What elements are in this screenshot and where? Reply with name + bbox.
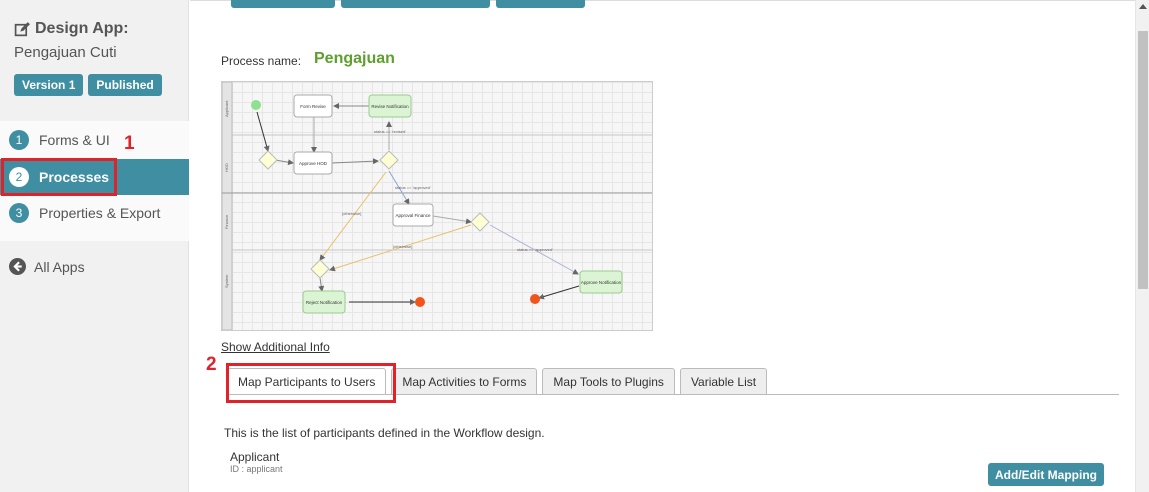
sidebar-item-label: Forms & UI bbox=[39, 132, 110, 148]
process-diagram[interactable]: Applicant HOD Finance System status == '… bbox=[221, 81, 653, 331]
annotation-box-tab bbox=[226, 363, 396, 403]
edge-label: status == 'revised' bbox=[374, 129, 406, 134]
lane-label: Finance bbox=[224, 214, 229, 229]
step-number-1: 1 bbox=[9, 130, 29, 150]
annotation-number-1: 1 bbox=[124, 133, 135, 154]
all-apps-link[interactable]: All Apps bbox=[9, 258, 85, 275]
arrow-left-circle-icon bbox=[9, 258, 26, 275]
step-number-3: 3 bbox=[9, 203, 29, 223]
end-event bbox=[415, 297, 425, 307]
gateway bbox=[379, 150, 399, 170]
process-name-label: Process name: bbox=[221, 54, 302, 68]
version-badge[interactable]: Version 1 bbox=[14, 74, 84, 96]
gateway bbox=[310, 259, 330, 279]
lane-label: Applicant bbox=[224, 100, 229, 117]
activity-label: Approve Notification bbox=[581, 280, 622, 285]
participant-id: ID : applicant bbox=[230, 464, 283, 474]
edit-icon bbox=[14, 21, 30, 36]
scroll-up-arrow-icon[interactable] bbox=[1139, 4, 1147, 9]
lane-label: System bbox=[224, 274, 229, 288]
app-name: Pengajuan Cuti bbox=[14, 44, 117, 61]
vertical-scrollbar[interactable] bbox=[1135, 0, 1149, 492]
workflow-diagram: Applicant HOD Finance System status == '… bbox=[222, 82, 652, 330]
annotation-box-processes bbox=[1, 158, 117, 196]
activity-label: Approve HOD bbox=[299, 161, 328, 166]
sidebar-item-forms[interactable]: 1 Forms & UI bbox=[0, 122, 189, 158]
edge-label: status == 'approved' bbox=[395, 185, 431, 190]
sidebar-item-label: Properties & Export bbox=[39, 205, 161, 221]
sidebar: Design App: Pengajuan Cuti Version 1 Pub… bbox=[0, 0, 189, 492]
all-apps-label: All Apps bbox=[34, 258, 85, 275]
show-additional-info-link[interactable]: Show Additional Info bbox=[221, 340, 330, 354]
sidebar-item-properties[interactable]: 3 Properties & Export bbox=[0, 195, 189, 231]
activity-label: Form Revise bbox=[300, 104, 326, 109]
published-badge[interactable]: Published bbox=[88, 74, 162, 96]
tab-map-tools[interactable]: Map Tools to Plugins bbox=[542, 368, 675, 395]
gateway bbox=[258, 150, 278, 170]
activity-label: Approval Finance bbox=[395, 213, 431, 218]
activity-label: Reject Notification bbox=[306, 300, 343, 305]
top-button[interactable] bbox=[341, 0, 490, 8]
end-event bbox=[530, 294, 540, 304]
app-title-text: Design App: bbox=[35, 20, 129, 37]
edge-label: [otherwise] bbox=[393, 244, 412, 249]
main-content: Process name: Pengajuan Applicant HOD Fi… bbox=[190, 0, 1135, 492]
badges: Version 1 Published bbox=[14, 74, 174, 96]
app-title: Design App: bbox=[14, 20, 174, 38]
edge-label: status == 'approved' bbox=[517, 247, 553, 252]
scrollbar-thumb[interactable] bbox=[1138, 31, 1148, 289]
app-header: Design App: Pengajuan Cuti Version 1 Pub… bbox=[0, 0, 188, 96]
start-event bbox=[251, 100, 261, 110]
tab-map-activities[interactable]: Map Activities to Forms bbox=[391, 368, 538, 395]
top-button[interactable] bbox=[231, 0, 335, 8]
edge-label: [otherwise] bbox=[342, 211, 361, 216]
process-name: Pengajuan bbox=[314, 50, 395, 67]
top-button[interactable] bbox=[496, 0, 585, 8]
annotation-number-2: 2 bbox=[206, 354, 217, 375]
participant-name: Applicant bbox=[230, 450, 280, 464]
participants-description: This is the list of participants defined… bbox=[224, 426, 545, 440]
add-edit-mapping-button[interactable]: Add/Edit Mapping bbox=[988, 463, 1104, 486]
lane-label: HOD bbox=[224, 163, 229, 172]
tab-variable-list[interactable]: Variable List bbox=[679, 368, 768, 395]
gateway bbox=[470, 212, 490, 232]
activity-label: Revise Notification bbox=[371, 104, 409, 109]
top-button-row bbox=[231, 0, 585, 8]
